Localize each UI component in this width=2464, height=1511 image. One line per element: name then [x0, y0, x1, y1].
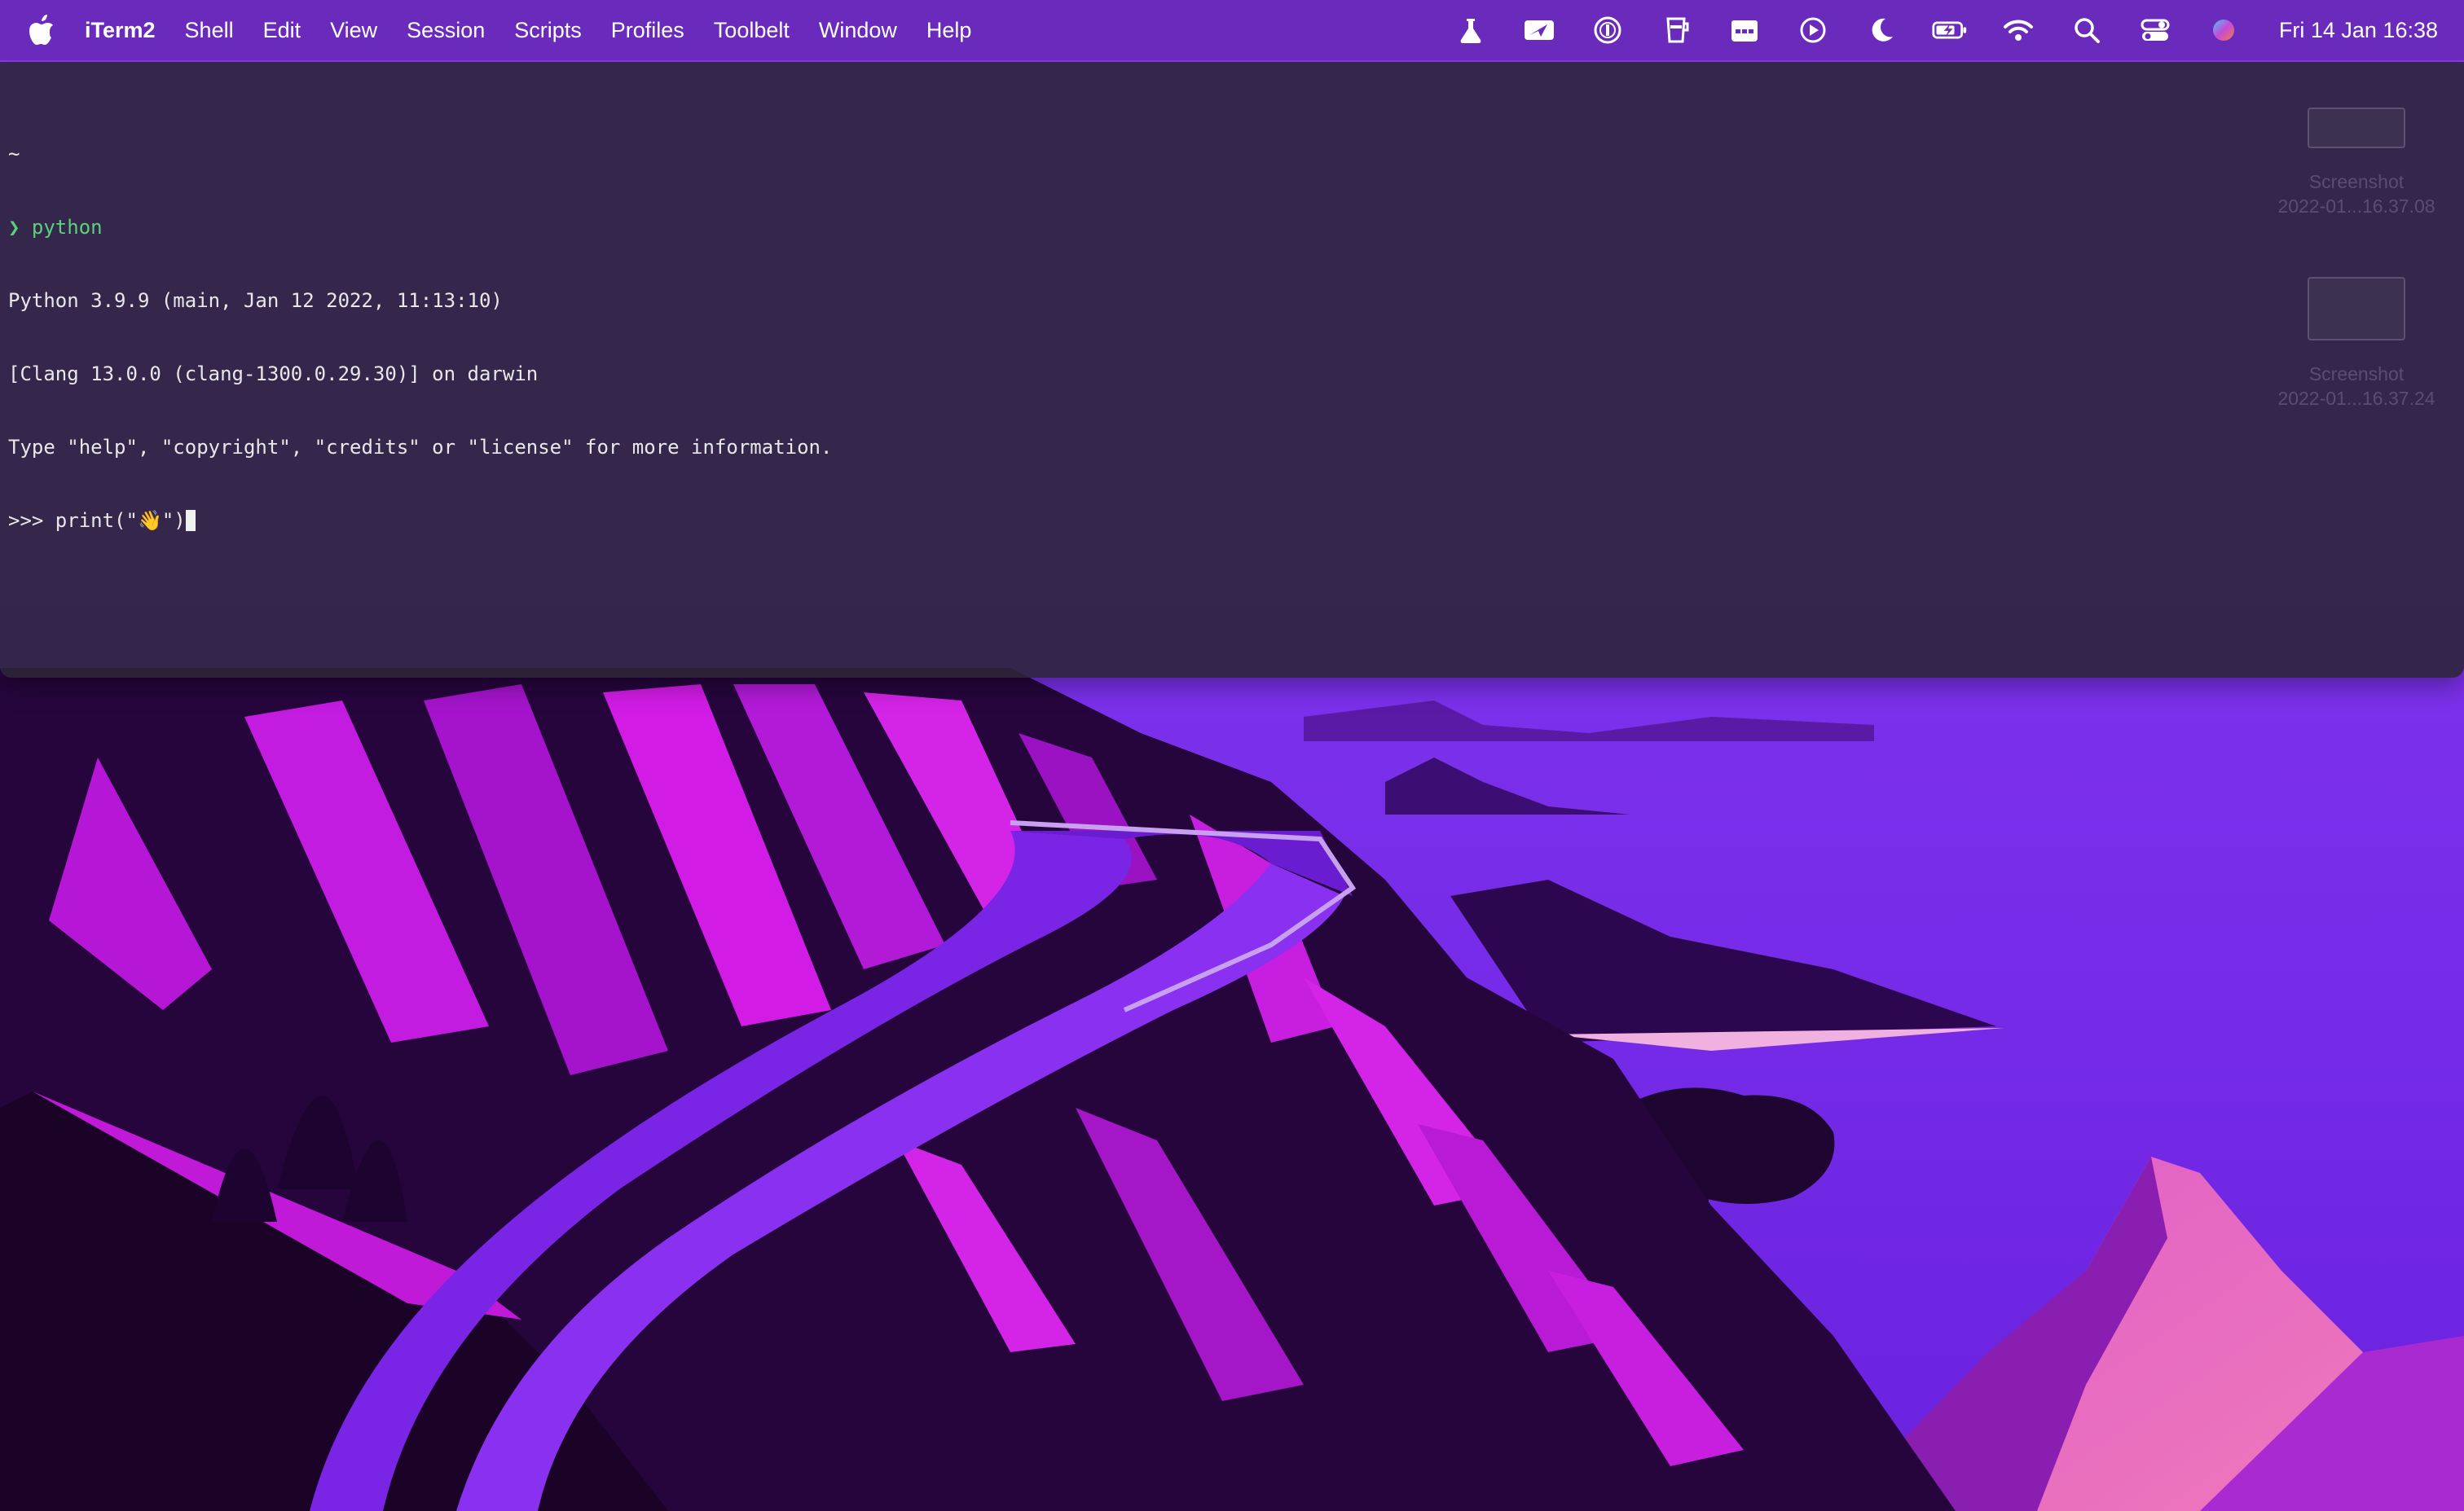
prompt-symbol: ❯: [8, 216, 20, 239]
iterm2-terminal-window[interactable]: ~ ❯ python Python 3.9.9 (main, Jan 12 20…: [0, 62, 2464, 678]
paper-plane-icon[interactable]: [1521, 12, 1557, 48]
menu-scripts[interactable]: Scripts: [499, 0, 596, 60]
menu-window[interactable]: Window: [804, 0, 912, 60]
terminal-output-line: Type "help", "copyright", "credits" or "…: [8, 436, 833, 459]
file-date: 2022-01...16.37.24: [2277, 388, 2435, 409]
status-area: Fri 14 Jan 16:38: [1437, 0, 2438, 60]
file-thumbnail: [2308, 108, 2405, 148]
menu-help[interactable]: Help: [912, 0, 987, 60]
terminal-output-line: [Clang 13.0.0 (clang-1300.0.29.30)] on d…: [8, 362, 539, 385]
menu-shell[interactable]: Shell: [170, 0, 249, 60]
menu-edit[interactable]: Edit: [249, 0, 316, 60]
search-icon[interactable]: [2069, 12, 2105, 48]
repl-prompt: >>>: [8, 509, 55, 532]
terminal-output[interactable]: ~ ❯ python Python 3.9.9 (main, Jan 12 20…: [8, 93, 832, 582]
calendar-icon[interactable]: [1727, 12, 1762, 48]
terminal-cwd-line: ~: [8, 143, 20, 165]
apple-logo-icon[interactable]: [28, 14, 55, 46]
terminal-command: python: [31, 216, 103, 239]
desktop: iTerm2 Shell Edit View Session Scripts P…: [0, 0, 2464, 1511]
menu-session[interactable]: Session: [392, 0, 499, 60]
moon-icon[interactable]: [1863, 12, 1899, 48]
flask-icon[interactable]: [1453, 12, 1489, 48]
wifi-icon[interactable]: [2000, 12, 2036, 48]
play-icon[interactable]: [1795, 12, 1831, 48]
desktop-file[interactable]: Screenshot 2022-01...16.37.24: [2275, 277, 2438, 411]
cup-icon[interactable]: [1658, 12, 1694, 48]
menu-view[interactable]: View: [315, 0, 392, 60]
menu-toolbelt[interactable]: Toolbelt: [699, 0, 804, 60]
repl-input: print("👋"): [55, 509, 186, 532]
menu-bar: iTerm2 Shell Edit View Session Scripts P…: [0, 0, 2464, 60]
file-name: Screenshot: [2308, 363, 2405, 384]
menu-profiles[interactable]: Profiles: [596, 0, 699, 60]
file-thumbnail: [2308, 277, 2405, 340]
terminal-command-line: ❯ python: [8, 215, 832, 239]
password-manager-icon[interactable]: [1590, 12, 1626, 48]
battery-icon[interactable]: [1932, 12, 1968, 48]
menu-bar-clock[interactable]: Fri 14 Jan 16:38: [2279, 18, 2438, 43]
repl-input-line[interactable]: >>> print("👋"): [8, 508, 832, 533]
file-name: Screenshot: [2308, 171, 2405, 192]
terminal-output-line: Python 3.9.9 (main, Jan 12 2022, 11:13:1…: [8, 289, 503, 312]
file-date: 2022-01...16.37.08: [2277, 195, 2435, 217]
menu-app-iterm2[interactable]: iTerm2: [83, 0, 170, 60]
text-cursor: [185, 510, 196, 531]
desktop-file[interactable]: Screenshot 2022-01...16.37.08: [2275, 108, 2438, 218]
control-center-icon[interactable]: [2137, 12, 2173, 48]
siri-icon[interactable]: [2206, 12, 2242, 48]
